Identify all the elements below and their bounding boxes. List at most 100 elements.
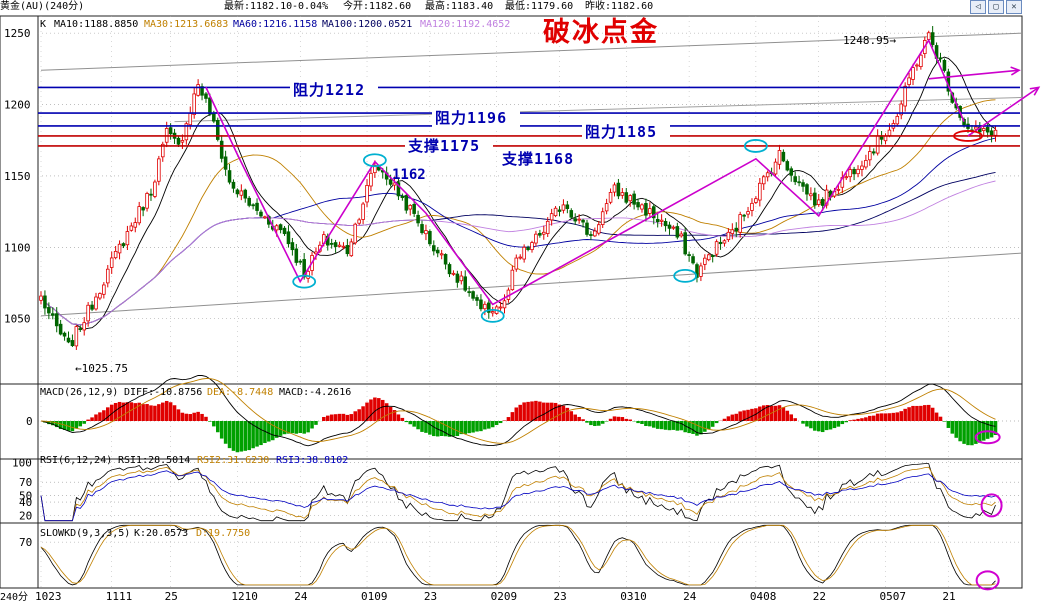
candle-body	[820, 199, 825, 206]
candle-body	[875, 135, 880, 154]
candle-body	[926, 32, 931, 40]
candle-body	[549, 213, 554, 221]
candle-body	[750, 202, 754, 211]
candle-body	[447, 264, 452, 275]
candle-body	[526, 247, 530, 250]
candle-body	[86, 304, 90, 322]
candle-body	[663, 221, 668, 227]
candle-body	[400, 195, 405, 198]
macd-legend-item: DIFF:-10.8756	[124, 387, 202, 398]
candle-body	[734, 227, 739, 232]
macd-diff-line	[40, 374, 996, 447]
candle-body	[608, 192, 613, 203]
candle-body	[443, 254, 448, 265]
candle-body	[761, 176, 766, 185]
candle-body	[137, 206, 141, 224]
candle-body	[871, 151, 876, 154]
candle-body	[883, 135, 888, 142]
kd-tick-label: 70	[19, 536, 32, 549]
ma100-line	[40, 171, 996, 326]
candle-body	[691, 256, 695, 264]
rsi-tick-label: 40	[19, 496, 32, 509]
candle-body	[836, 188, 841, 191]
candle-body	[43, 295, 47, 309]
time-tick-label: 1023	[35, 590, 62, 603]
price-legend-item: MA30:1213.6683	[144, 19, 228, 30]
kline-chart[interactable]: 10501100115012001250010070504020701023 11…	[0, 0, 1042, 606]
candle-body	[247, 197, 251, 206]
candle-body	[243, 189, 248, 199]
candle-body	[459, 275, 464, 282]
candle-body	[565, 204, 570, 209]
cyan-circle-marker	[673, 268, 698, 283]
candle-body	[942, 59, 947, 71]
candle-body	[54, 313, 59, 327]
candle-body	[157, 158, 161, 182]
candle-body	[345, 245, 350, 255]
candle-body	[365, 185, 369, 203]
price-legend-item: MA100:1200.0521	[322, 19, 412, 30]
candle-body	[306, 270, 310, 279]
candle-body	[848, 169, 852, 178]
candle-body	[636, 202, 640, 208]
candle-body	[47, 307, 51, 314]
candle-body	[349, 241, 354, 257]
candle-body	[816, 199, 821, 205]
candle-body	[141, 207, 145, 211]
candle-body	[231, 181, 236, 189]
candle-body	[274, 225, 279, 231]
candle-body	[534, 233, 538, 244]
candle-body	[758, 182, 762, 201]
candle-body	[90, 304, 94, 310]
time-tick-label: 24	[683, 590, 697, 603]
candle-body	[655, 218, 660, 223]
candle-body	[420, 224, 424, 234]
rsi-tick-label: 20	[19, 509, 32, 522]
candle-body	[714, 241, 719, 255]
macd-legend-item: MACD(26,12,9)	[40, 387, 118, 398]
price-tick-label: 1250	[4, 27, 31, 40]
candle-body	[616, 182, 621, 197]
time-tick-label: 0209	[491, 590, 518, 603]
time-tick-label: 1111	[106, 590, 133, 603]
candle-body	[710, 255, 715, 257]
candle-body	[353, 223, 358, 244]
candle-body	[129, 225, 134, 231]
rsi-tick-label: 100	[12, 456, 32, 469]
candle-body	[227, 170, 232, 183]
candle-body	[903, 85, 907, 107]
candle-body	[844, 176, 849, 179]
candle-body	[915, 64, 919, 67]
candle-body	[777, 150, 782, 165]
candle-body	[620, 192, 625, 196]
candle-body	[263, 216, 267, 219]
candle-body	[98, 293, 102, 299]
candle-body	[251, 204, 255, 207]
candle-body	[463, 276, 467, 291]
candle-body	[219, 140, 224, 159]
candle-body	[278, 224, 283, 231]
candle-body	[530, 242, 534, 251]
candle-body	[781, 151, 786, 162]
candle-body	[377, 167, 381, 171]
time-tick-label: 23	[424, 590, 437, 603]
candle-body	[522, 246, 526, 260]
candle-body	[70, 340, 75, 347]
candle-body	[593, 230, 597, 237]
kd-magenta-circle-marker	[975, 570, 1000, 591]
candle-body	[722, 240, 727, 244]
candle-body	[671, 226, 676, 229]
candle-body	[475, 297, 479, 301]
price-legend-item: MA10:1188.8850	[54, 19, 138, 30]
candle-body	[298, 260, 303, 263]
candle-body	[911, 67, 915, 80]
candle-body	[754, 198, 758, 203]
candle-body	[455, 273, 460, 283]
candle-body	[648, 208, 652, 214]
candle-body	[212, 113, 216, 122]
candle-body	[895, 115, 900, 125]
candle-body	[706, 254, 711, 261]
candle-body	[809, 193, 813, 197]
resistance-1212-label: 阻力1212	[293, 81, 365, 99]
candle-body	[290, 242, 295, 251]
